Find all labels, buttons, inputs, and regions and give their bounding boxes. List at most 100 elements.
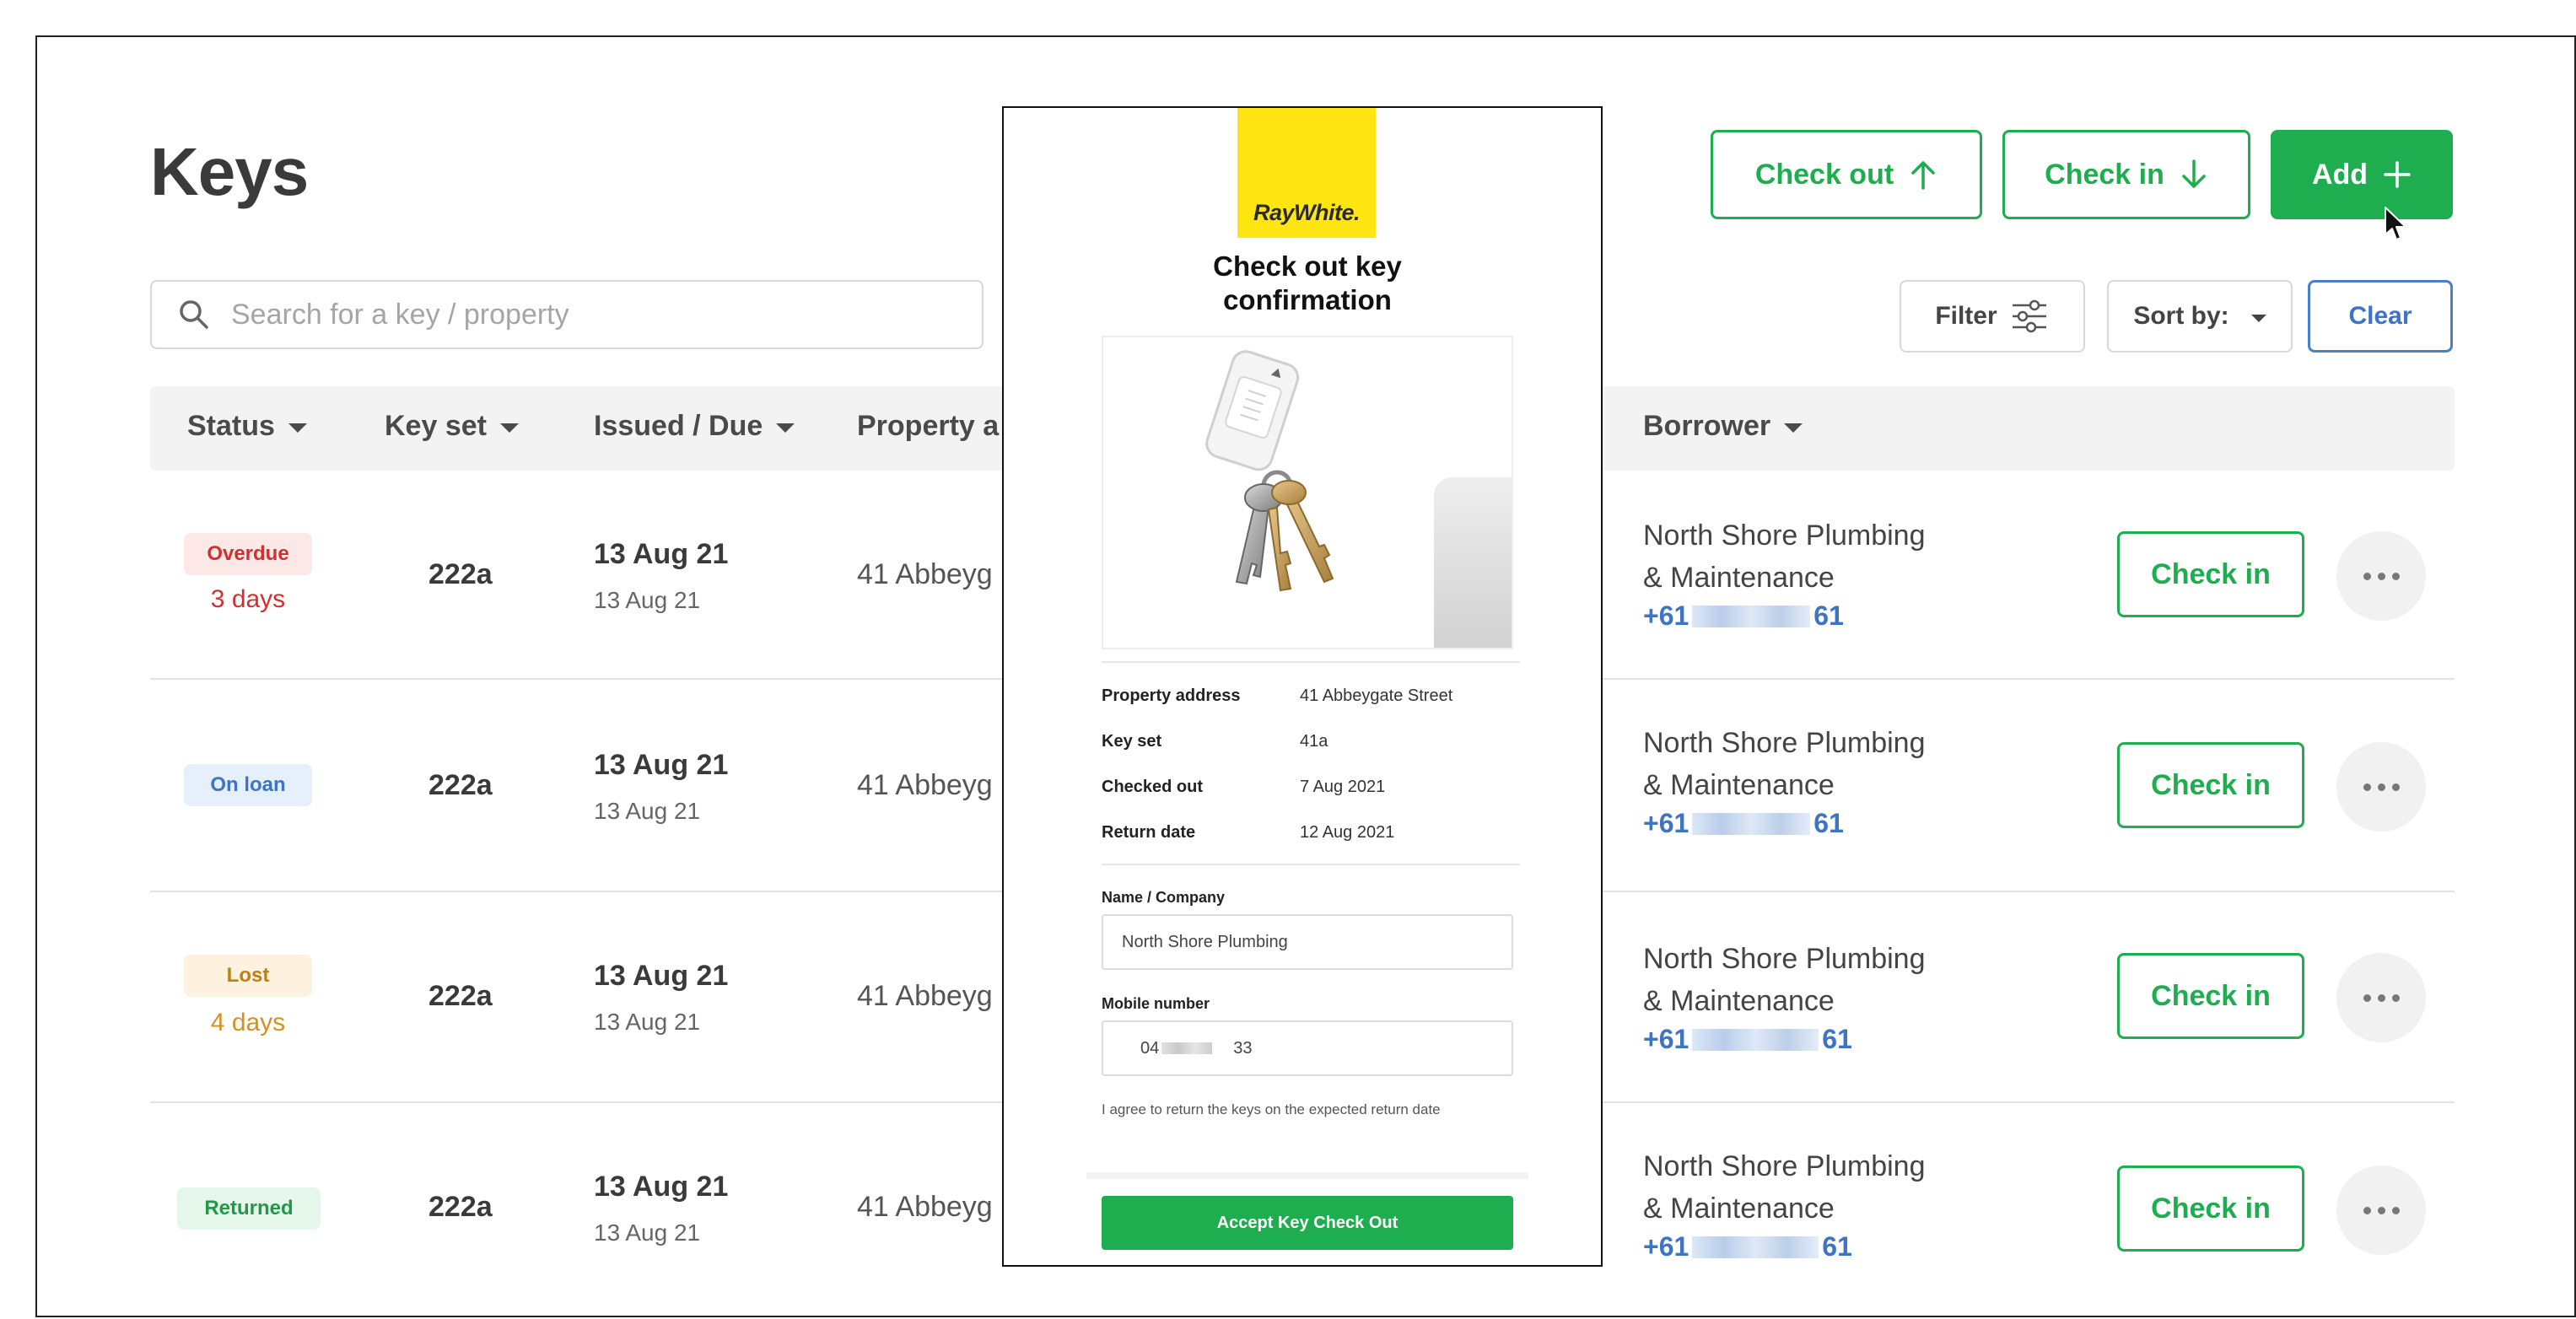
row-check-in-button[interactable]: Check in <box>2117 953 2304 1039</box>
borrower-phone[interactable]: +61 61 <box>1643 600 1844 632</box>
column-header-status[interactable]: Status <box>187 410 307 443</box>
detail-value: 41a <box>1300 732 1328 751</box>
redacted-digits <box>1692 812 1811 835</box>
detail-label: Key set <box>1102 732 1162 751</box>
column-borrower-label: Borrower <box>1643 410 1771 442</box>
name-company-field[interactable]: North Shore Plumbing <box>1102 914 1513 970</box>
borrower-phone[interactable]: +61 61 <box>1643 1231 1852 1262</box>
check-in-button[interactable]: Check in <box>2002 130 2250 219</box>
search-icon <box>180 300 208 329</box>
detail-value: 7 Aug 2021 <box>1300 778 1386 796</box>
check-out-label: Check out <box>1754 158 1894 191</box>
logo-text: RayWhite. <box>1253 200 1361 225</box>
name-company-label: Name / Company <box>1102 889 1226 906</box>
more-options-button[interactable] <box>2336 953 2426 1042</box>
modal-title: Check out key confirmation <box>1097 250 1518 317</box>
plus-icon <box>2384 161 2411 188</box>
add-button[interactable]: Add <box>2271 130 2453 219</box>
borrower-name: North Shore Plumbing & Maintenance <box>1643 722 1926 806</box>
mobile-suffix: 33 <box>1233 1038 1253 1058</box>
property-cell: 41 Abbeyg <box>857 1191 993 1223</box>
phone-prefix: +61 <box>1643 1231 1689 1262</box>
add-label: Add <box>2311 158 2369 191</box>
borrower-name: North Shore Plumbing & Maintenance <box>1643 938 1926 1022</box>
raywhite-logo: RayWhite. <box>1237 108 1376 238</box>
keys-illustration <box>1205 350 1512 648</box>
issued-date: 13 Aug 21 <box>594 749 729 781</box>
borrower-line-2: & Maintenance <box>1643 985 1835 1017</box>
status-badge: Returned <box>177 1187 321 1230</box>
detail-value: 41 Abbeygate Street <box>1300 686 1453 705</box>
more-dots-icon <box>2363 993 2400 1002</box>
issued-date: 13 Aug 21 <box>594 538 729 570</box>
column-header-property[interactable]: Property a <box>857 410 999 443</box>
status-badge: Lost <box>184 955 312 997</box>
arrow-up-icon <box>1911 161 1935 190</box>
status-badge: On loan <box>184 764 312 806</box>
filter-button[interactable]: Filter <box>1900 280 2085 353</box>
borrower-name: North Shore Plumbing & Maintenance <box>1643 1145 1926 1230</box>
detail-label: Property address <box>1102 686 1241 705</box>
issued-date: 13 Aug 21 <box>594 960 729 992</box>
sort-dropdown[interactable]: Sort by: <box>2107 280 2293 353</box>
property-cell: 41 Abbeyg <box>857 558 993 590</box>
page-title: Keys <box>150 134 309 209</box>
sliders-icon <box>2012 299 2046 333</box>
borrower-phone[interactable]: +61 61 <box>1643 1024 1852 1055</box>
row-check-in-button[interactable]: Check in <box>2117 1166 2304 1252</box>
sort-caret-icon <box>288 423 307 433</box>
redacted-digits <box>1692 605 1811 627</box>
issued-date: 13 Aug 21 <box>594 1171 729 1203</box>
phone-suffix: 61 <box>1813 808 1844 838</box>
more-dots-icon <box>2363 1206 2400 1214</box>
mobile-number-label: Mobile number <box>1102 995 1210 1012</box>
status-duration: 3 days <box>210 585 286 613</box>
borrower-line-1: North Shore Plumbing <box>1643 727 1926 759</box>
row-check-in-button[interactable]: Check in <box>2117 742 2304 828</box>
phone-prefix: +61 <box>1643 1024 1689 1054</box>
detail-value: 12 Aug 2021 <box>1300 823 1395 842</box>
more-options-button[interactable] <box>2336 742 2426 832</box>
phone-prefix: +61 <box>1643 600 1689 631</box>
redacted-digits <box>1692 1028 1819 1051</box>
modal-title-line-2: confirmation <box>1223 284 1392 315</box>
redacted-digits <box>1692 1236 1819 1258</box>
more-dots-icon <box>2363 572 2400 580</box>
mobile-number-field[interactable]: 04 33 <box>1102 1020 1513 1076</box>
column-header-issued-due[interactable]: Issued / Due <box>594 410 795 443</box>
borrower-line-2: & Maintenance <box>1643 562 1835 594</box>
due-date: 13 Aug 21 <box>594 1009 701 1035</box>
phone-suffix: 61 <box>1822 1024 1852 1054</box>
status-duration: 4 days <box>210 1009 286 1036</box>
borrower-line-1: North Shore Plumbing <box>1643 1150 1926 1182</box>
phone-prefix: +61 <box>1643 808 1689 838</box>
column-header-key-set[interactable]: Key set <box>385 410 519 443</box>
redacted-digits <box>1161 1042 1213 1054</box>
more-dots-icon <box>2363 783 2400 791</box>
property-cell: 41 Abbeyg <box>857 769 993 801</box>
key-set-cell: 222a <box>428 769 493 801</box>
borrower-line-1: North Shore Plumbing <box>1643 943 1926 975</box>
mouse-cursor-icon <box>2385 207 2406 240</box>
row-check-in-button[interactable]: Check in <box>2117 531 2304 617</box>
column-property-label: Property a <box>857 410 1000 442</box>
search-input[interactable] <box>229 297 958 332</box>
column-header-borrower[interactable]: Borrower <box>1643 410 1803 443</box>
search-box[interactable] <box>150 280 984 349</box>
sort-caret-icon <box>499 423 519 433</box>
column-key-set-label: Key set <box>385 410 487 442</box>
accept-key-check-out-button[interactable]: Accept Key Check Out <box>1102 1196 1513 1250</box>
check-out-button[interactable]: Check out <box>1711 130 1982 219</box>
due-date: 13 Aug 21 <box>594 587 701 613</box>
detail-label: Return date <box>1102 823 1196 842</box>
due-date: 13 Aug 21 <box>594 1219 701 1246</box>
modal-title-line-1: Check out key <box>1213 250 1402 282</box>
more-options-button[interactable] <box>2336 531 2426 621</box>
check-in-label: Check in <box>2045 158 2164 191</box>
more-options-button[interactable] <box>2336 1166 2426 1255</box>
modal-divider <box>1102 661 1520 663</box>
borrower-phone[interactable]: +61 61 <box>1643 808 1844 839</box>
clear-button[interactable]: Clear <box>2308 280 2453 353</box>
key-photo <box>1102 336 1513 649</box>
borrower-line-2: & Maintenance <box>1643 769 1835 801</box>
